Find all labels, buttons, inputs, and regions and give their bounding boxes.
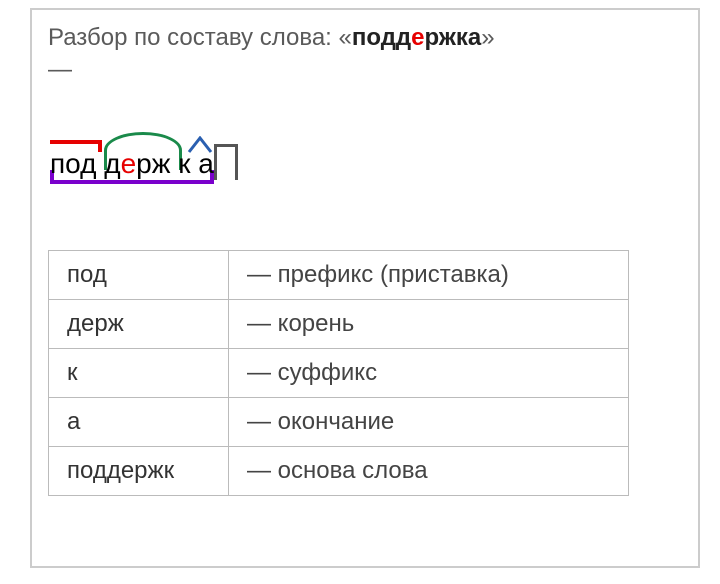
table-row: к — суффикс: [49, 349, 629, 398]
diagram-word: под держ к а: [50, 148, 214, 180]
content-frame: Разбор по составу слова: «поддержка» — п…: [30, 8, 700, 568]
table-row: держ — корень: [49, 300, 629, 349]
desc-cell: — окончание: [229, 398, 629, 447]
ending-box-icon: [214, 144, 238, 180]
diag-ending: а: [191, 148, 214, 179]
morpheme-diagram: под держ к а: [50, 126, 682, 190]
stem-underline-icon: [50, 180, 214, 184]
diag-root-after: рж: [136, 148, 170, 179]
morph-cell: под: [49, 251, 229, 300]
morph-cell: к: [49, 349, 229, 398]
table-row: под — префикс (приставка): [49, 251, 629, 300]
desc-cell: — префикс (приставка): [229, 251, 629, 300]
intro-word-highlight: е: [411, 24, 424, 51]
intro-word-after: ржка: [425, 24, 482, 51]
morph-cell: держ: [49, 300, 229, 349]
diag-root-hl: е: [121, 148, 137, 179]
intro-text: Разбор по составу слова: «поддержка»: [48, 22, 682, 54]
desc-cell: — основа слова: [229, 447, 629, 496]
intro-suffix: »: [481, 24, 494, 51]
diag-suffix: к: [170, 148, 190, 179]
desc-cell: — суффикс: [229, 349, 629, 398]
table-row: а — окончание: [49, 398, 629, 447]
morph-cell: поддержк: [49, 447, 229, 496]
intro-word-before: подд: [352, 24, 411, 51]
morph-cell: а: [49, 398, 229, 447]
prefix-marker-icon: [50, 140, 102, 144]
table-row: поддержк — основа слова: [49, 447, 629, 496]
diag-root-before: д: [96, 148, 120, 179]
desc-cell: — корень: [229, 300, 629, 349]
intro-dash: —: [48, 56, 682, 84]
morpheme-table: под — префикс (приставка) держ — корень …: [48, 250, 629, 496]
intro-prefix: Разбор по составу слова: «: [48, 24, 352, 51]
diag-prefix: под: [50, 148, 96, 179]
